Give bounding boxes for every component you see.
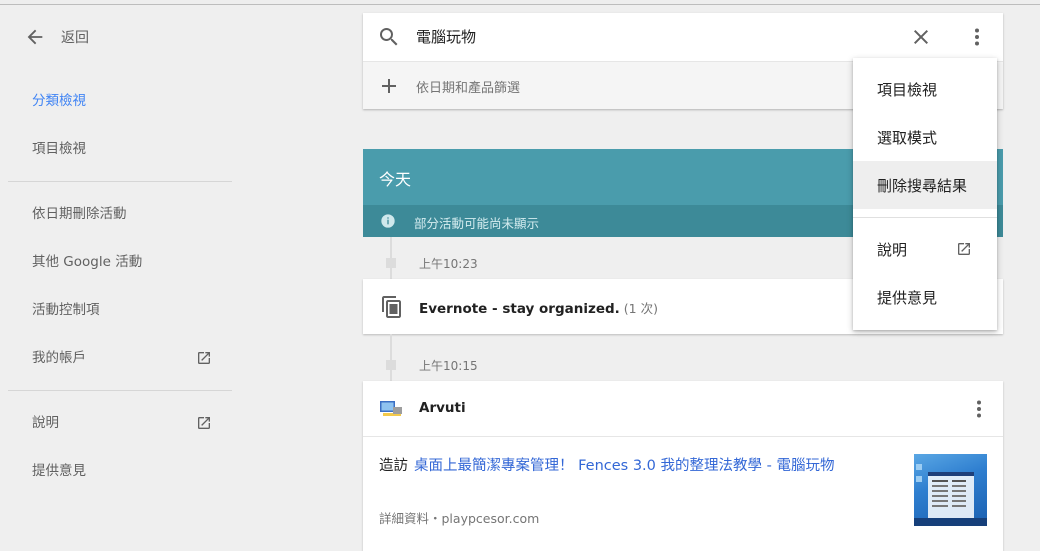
visited-page-link[interactable]: 桌面上最簡潔專案管理！ Fences 3.0 我的整理法教學 - 電腦玩物 xyxy=(414,458,834,474)
menu-item-label: 選取模式 xyxy=(877,129,938,147)
today-notice-text: 部分活動可能尚未顯示 xyxy=(414,216,540,231)
thumbnail-image xyxy=(914,464,987,526)
sidebar-item-my-account[interactable]: 我的帳戶 xyxy=(32,347,212,369)
search-icon xyxy=(380,28,398,46)
sidebar-item-help[interactable]: 說明 xyxy=(32,412,212,434)
menu-item-label: 刪除搜尋結果 xyxy=(877,177,968,195)
open-in-new-icon xyxy=(958,243,970,255)
today-title: 今天 xyxy=(379,170,412,189)
sidebar-item-other-google-activity[interactable]: 其他 Google 活動 xyxy=(32,251,212,273)
timeline-line xyxy=(390,334,392,381)
sidebar-divider xyxy=(8,390,232,391)
details-link[interactable]: 詳細資料・playpcesor.com xyxy=(379,508,539,527)
sidebar-item-label: 提供意見 xyxy=(32,463,86,479)
computer-icon xyxy=(380,401,402,416)
menu-item-delete-results[interactable]: 刪除搜尋結果 xyxy=(853,161,997,209)
sidebar-item-delete-by-date[interactable]: 依日期刪除活動 xyxy=(32,203,212,225)
sidebar-item-label: 分類檢視 xyxy=(32,93,86,109)
sidebar-item-label: 我的帳戶 xyxy=(32,350,86,366)
menu-item-label: 說明 xyxy=(877,241,908,259)
sidebar-item-label: 說明 xyxy=(32,415,59,431)
overflow-menu: 項目檢視 選取模式 刪除搜尋結果 說明 提供意見 xyxy=(853,58,997,330)
timeline-dot xyxy=(386,360,396,370)
sidebar-divider xyxy=(8,181,232,182)
visit-line: 造訪 桌面上最簡潔專案管理！ Fences 3.0 我的整理法教學 - 電腦玩物 xyxy=(379,454,834,475)
window-top-edge xyxy=(0,0,1040,5)
menu-item-item-view[interactable]: 項目檢視 xyxy=(853,65,997,113)
menu-item-select-mode[interactable]: 選取模式 xyxy=(853,113,997,161)
menu-item-label: 項目檢視 xyxy=(877,81,938,99)
close-icon[interactable] xyxy=(909,25,933,49)
info-icon xyxy=(381,214,395,228)
document-icon xyxy=(382,296,401,318)
menu-item-help[interactable]: 說明 xyxy=(853,225,997,273)
back-button[interactable]: 返回 xyxy=(24,24,89,50)
activity-app-name: Arvuti xyxy=(419,400,466,416)
more-vert-icon[interactable] xyxy=(967,397,991,421)
open-in-new-icon xyxy=(196,415,212,431)
menu-divider xyxy=(853,217,997,218)
activity-card-header: Arvuti xyxy=(363,381,1003,437)
activity-card-arvuti: Arvuti 造訪 桌面上最簡潔專案管理！ Fences 3.0 我的整理法教學 … xyxy=(363,381,1003,551)
sidebar-item-bundle-view[interactable]: 分類檢視 xyxy=(32,90,212,112)
sidebar-item-item-view[interactable]: 項目檢視 xyxy=(32,138,212,160)
sidebar-item-feedback[interactable]: 提供意見 xyxy=(32,460,212,482)
sidebar-item-label: 其他 Google 活動 xyxy=(32,254,143,270)
filter-label: 依日期和產品篩選 xyxy=(416,81,521,96)
activity-title-text: Evernote - stay organized. xyxy=(419,301,620,317)
visit-prefix: 造訪 xyxy=(379,458,408,474)
open-in-new-icon xyxy=(196,350,212,366)
menu-item-label: 提供意見 xyxy=(877,289,938,307)
timeline-time: 上午10:15 xyxy=(419,359,478,373)
sidebar-item-activity-controls[interactable]: 活動控制項 xyxy=(32,299,212,321)
activity-count: (1 次) xyxy=(623,301,658,316)
more-vert-icon[interactable] xyxy=(965,25,989,49)
sidebar-item-label: 依日期刪除活動 xyxy=(32,206,127,222)
sidebar-item-label: 項目檢視 xyxy=(32,141,86,157)
back-label: 返回 xyxy=(61,30,89,46)
add-icon xyxy=(382,79,396,93)
arrow-back-icon xyxy=(27,29,43,45)
search-input[interactable]: 電腦玩物 xyxy=(416,26,476,48)
menu-item-feedback[interactable]: 提供意見 xyxy=(853,273,997,321)
activity-title: Evernote - stay organized. (1 次) xyxy=(419,298,658,317)
sidebar-item-label: 活動控制項 xyxy=(32,302,100,318)
timeline-time: 上午10:23 xyxy=(419,257,478,271)
page-thumbnail[interactable] xyxy=(914,454,987,526)
timeline-dot xyxy=(386,258,396,268)
search-bar[interactable]: 電腦玩物 xyxy=(363,13,1003,61)
